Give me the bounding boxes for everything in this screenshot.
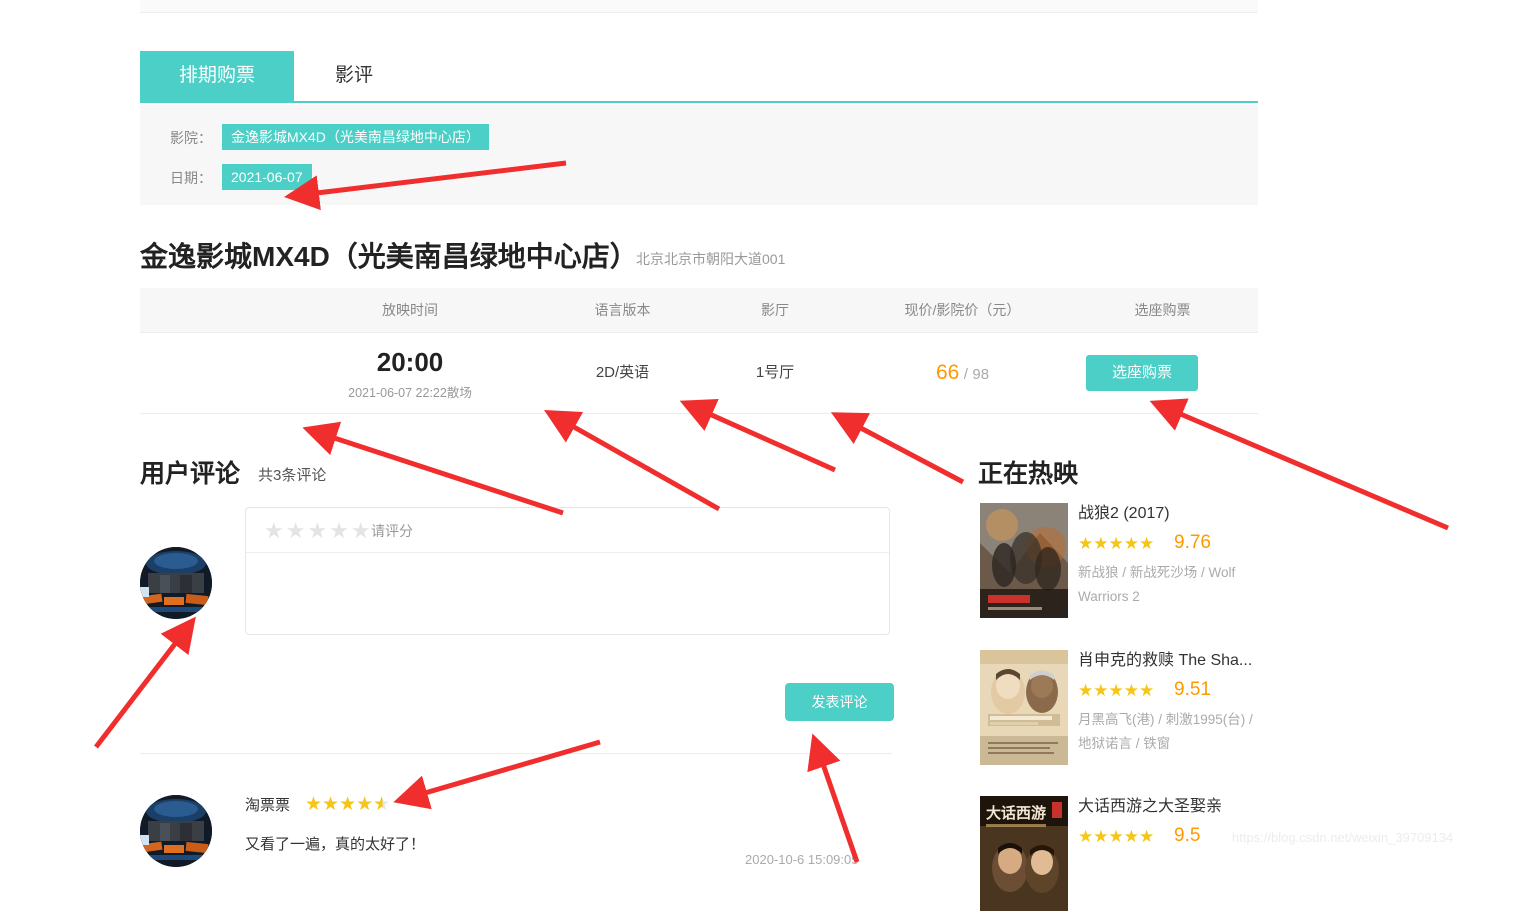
avatar — [140, 795, 212, 867]
comment-textarea[interactable] — [246, 553, 889, 635]
comment-text: 又看了一遍，真的太好了！ — [245, 836, 426, 853]
svg-text:大话西游: 大话西游 — [986, 804, 1046, 822]
comment-editor: ★★★★★ 请评分 — [245, 507, 890, 635]
cell-showtime: 20:00 2021-06-07 22:22散场 — [270, 333, 550, 413]
list-item[interactable]: 大话西游 大话西游之大圣娶亲 ★★★★★ 9.5 — [978, 796, 1268, 914]
price-wrap: 66 / 98 — [855, 333, 1070, 413]
movie-poster[interactable] — [980, 650, 1068, 765]
movie-score: 9.76 — [1174, 532, 1211, 553]
column-header-hall: 影厅 — [761, 302, 789, 318]
movie-poster[interactable]: 大话西游 — [980, 796, 1068, 911]
tab-bar: 排期购票 影评 — [140, 51, 1258, 103]
comments-count: 共3条评论 — [258, 467, 327, 484]
filter-label-cinema: 影院： — [170, 130, 212, 146]
cinema-header: 金逸影城MX4D（光美南昌绿地中心店） 北京北京市朝阳大道001 — [140, 234, 1258, 280]
column-header-language: 语言版本 — [594, 302, 651, 318]
filter-label-date: 日期： — [170, 170, 212, 186]
rating-stars-input[interactable]: ★★★★★ — [264, 518, 373, 544]
filter-chip-date[interactable]: 2021-06-07 — [222, 164, 312, 190]
filter-panel: 影院： 金逸影城MX4D（光美南昌绿地中心店） 日期： 2021-06-07 — [140, 105, 1258, 205]
price-current: 66 — [935, 361, 960, 384]
list-item[interactable]: 肖申克的救赎 The Sha... ★★★★★ 9.51 月黑高飞(港) / 刺… — [978, 650, 1268, 768]
tab-schedule[interactable]: 排期购票 — [140, 51, 294, 101]
cell-language: 2D/英语 — [550, 333, 695, 413]
movie-score: 9.5 — [1174, 825, 1201, 846]
tab-reviews[interactable]: 影评 — [294, 51, 414, 101]
schedule-table: 放映时间 语言版本 影厅 现价/影院价（元） 选座购票 20:00 2021-0… — [140, 288, 1258, 414]
hall-value: 1号厅 — [755, 364, 795, 381]
cinema-address: 北京北京市朝阳大道001 — [636, 251, 786, 267]
arrow-to-post-button — [807, 733, 860, 863]
cinema-name: 金逸影城MX4D（光美南昌绿地中心店） — [140, 241, 638, 272]
table-row: 20:00 2021-06-07 22:22散场 2D/英语 1号厅 66 / … — [140, 333, 1258, 414]
arrow-to-price — [830, 412, 965, 485]
comments-divider — [140, 753, 892, 754]
rating-placeholder: 请评分 — [371, 523, 413, 539]
movie-poster[interactable] — [980, 503, 1068, 618]
watermark-text: https://blog.csdn.net/weixin_39709134 — [1232, 830, 1454, 845]
cell-buy: 选座购票 — [1070, 333, 1255, 413]
post-comment-button[interactable]: 发表评论 — [785, 683, 894, 721]
cell-price: 66 / 98 — [855, 333, 1070, 413]
comment-timestamp: 2020-10-6 15:09:05 — [745, 852, 859, 867]
price-separator: / — [963, 366, 968, 383]
comment-stars-full: ★★★★ — [305, 794, 374, 815]
column-header-buy: 选座购票 — [1134, 302, 1191, 318]
price-original: 98 — [972, 366, 990, 383]
comment-stars-half: ★ — [373, 794, 391, 815]
list-item[interactable]: 战狼2 (2017) ★★★★★ 9.76 新战狼 / 新战死沙场 / Wolf… — [978, 503, 1268, 621]
schedule-table-header: 放映时间 语言版本 影厅 现价/影院价（元） 选座购票 — [140, 288, 1258, 333]
page-root: 排期购票 影评 影院： 金逸影城MX4D（光美南昌绿地中心店） 日期： 2021… — [0, 0, 1514, 911]
arrow-to-comment-stars — [393, 739, 601, 810]
avatar — [140, 547, 212, 619]
movie-rating-stars: ★★★★★ — [1078, 681, 1155, 700]
column-header-time: 放映时间 — [382, 302, 438, 318]
filter-chip-cinema[interactable]: 金逸影城MX4D（光美南昌绿地中心店） — [222, 124, 489, 150]
movie-title[interactable]: 战狼2 (2017) — [1078, 503, 1268, 525]
movie-title[interactable]: 大话西游之大圣娶亲 — [1078, 796, 1268, 818]
column-header-price: 现价/影院价（元） — [904, 302, 1021, 318]
movie-score: 9.51 — [1174, 679, 1211, 700]
comment-username: 淘票票 — [245, 797, 291, 814]
arrow-to-language — [544, 410, 721, 512]
arrow-to-showtime — [302, 421, 564, 516]
showtime-start: 20:00 — [376, 347, 444, 377]
top-band-divider — [140, 0, 1258, 13]
movie-rating-stars: ★★★★★ — [1078, 534, 1155, 553]
comment-rating-stars: ★★★★★ — [305, 793, 390, 817]
movie-title[interactable]: 肖申克的救赎 The Sha... — [1078, 650, 1268, 672]
cell-hall: 1号厅 — [695, 333, 855, 413]
language-value: 2D/英语 — [595, 364, 650, 381]
buy-ticket-button[interactable]: 选座购票 — [1086, 355, 1198, 391]
rating-row: ★★★★★ 请评分 — [246, 508, 889, 553]
arrow-to-editor-avatar — [94, 616, 196, 749]
comments-title: 用户评论 — [140, 460, 241, 488]
movie-rating-stars: ★★★★★ — [1078, 827, 1155, 846]
hot-movies-title: 正在热映 — [978, 460, 1079, 488]
movie-alias: 月黑高飞(港) / 刺激1995(台) / 地狱诺言 / 铁窗 — [1078, 712, 1253, 751]
movie-alias: 新战狼 / 新战死沙场 / Wolf Warriors 2 — [1078, 565, 1236, 604]
showtime-end: 2021-06-07 22:22散场 — [348, 386, 472, 400]
